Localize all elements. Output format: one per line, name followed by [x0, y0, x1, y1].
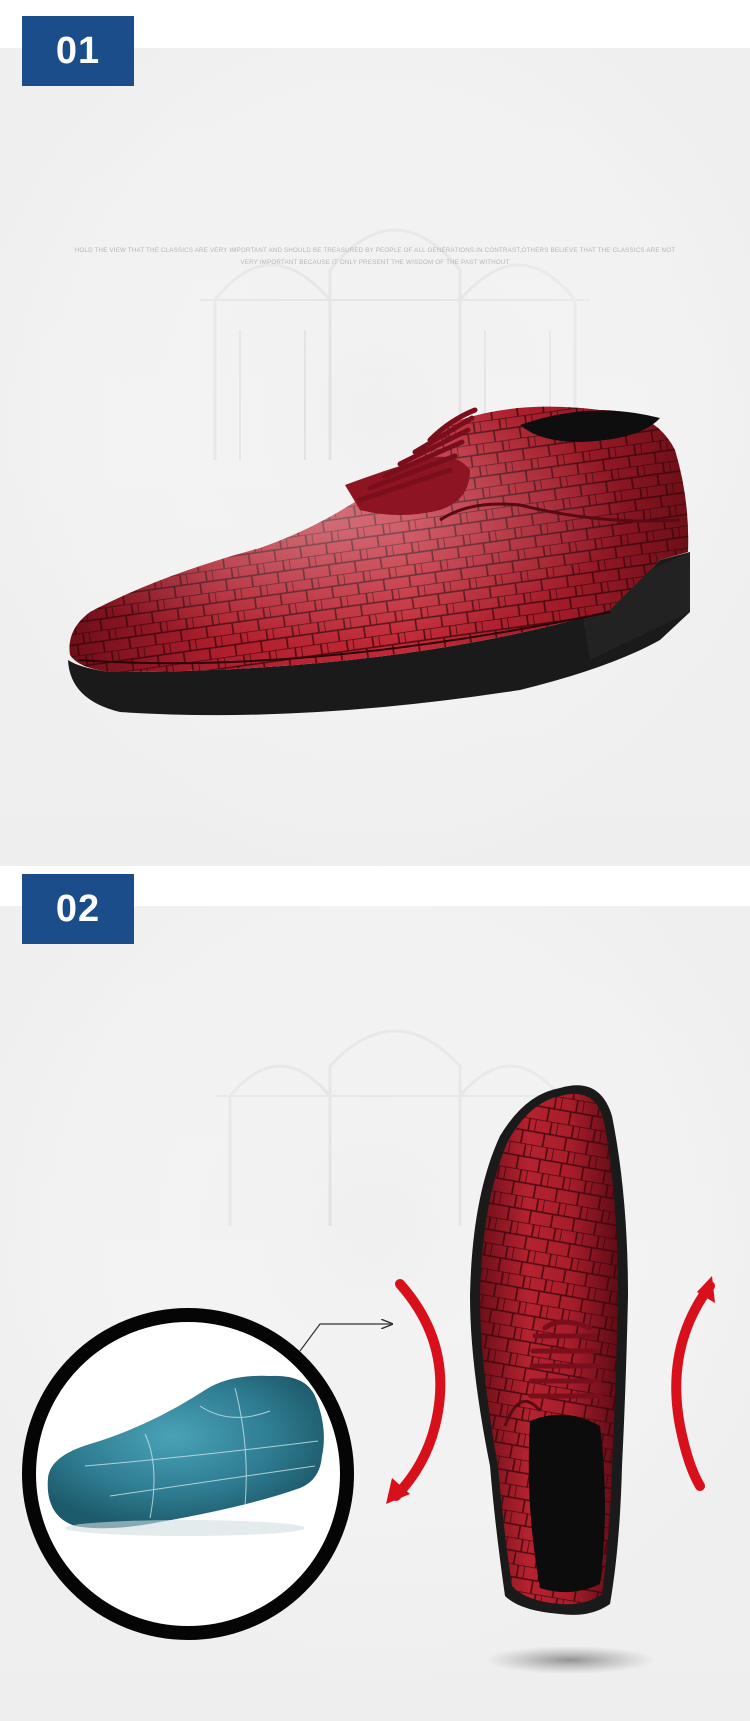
flex-arrow-left: [391, 1279, 446, 1501]
section-number: 01: [55, 29, 101, 72]
section-02: 02: [0, 866, 750, 1721]
section-01: 01 HOLD THE VIEW THAT THE CLASSICS ARE V…: [0, 0, 750, 866]
section-number-badge: 02: [22, 874, 134, 944]
section-tagline: HOLD THE VIEW THAT THE CLASSICS ARE VERY…: [74, 247, 676, 266]
flex-arrow-right: [671, 1281, 715, 1491]
shoe-top-down: [470, 1085, 628, 1615]
product-side-view: [68, 406, 690, 716]
section-number: 02: [55, 887, 101, 930]
section-number-badge: 01: [22, 16, 134, 86]
product-top-view: [22, 1085, 715, 1674]
